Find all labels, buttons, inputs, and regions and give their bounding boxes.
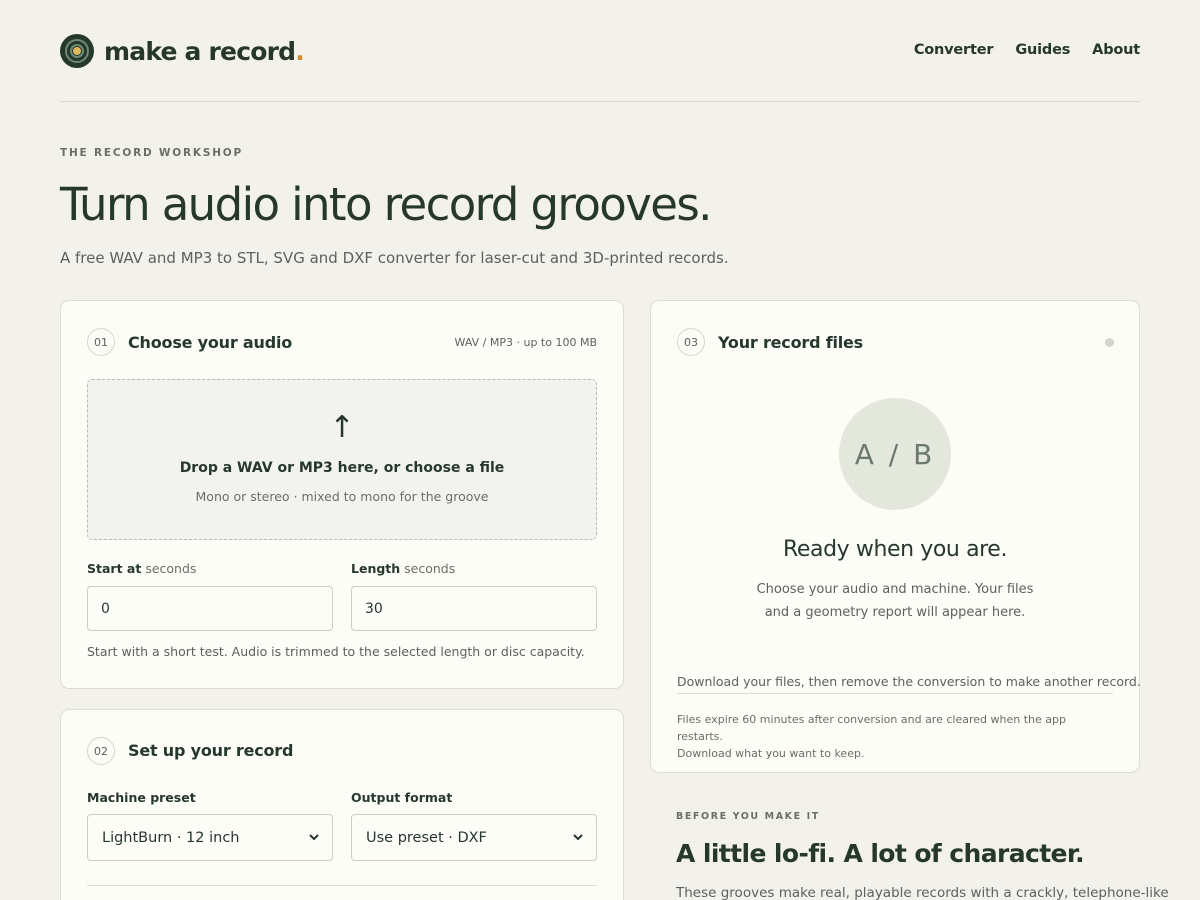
status-dot xyxy=(1105,338,1114,347)
nav-guides[interactable]: Guides xyxy=(1015,42,1070,58)
download-note: Download your files, then remove the con… xyxy=(677,674,1141,694)
file-limit-text: WAV / MP3 · up to 100 MB xyxy=(454,336,597,349)
vinyl-record-icon xyxy=(60,34,94,68)
ready-description: Choose your audio and machine. Your file… xyxy=(756,582,1034,620)
audio-card: 01 Choose your audio WAV / MP3 · up to 1… xyxy=(60,300,624,689)
format-label: Output format xyxy=(351,790,453,805)
record-setup-card: 02 Set up your record Machine preset Lig… xyxy=(60,709,624,900)
section-eyebrow: BEFORE YOU MAKE IT xyxy=(676,811,820,822)
step-title: Your record files xyxy=(718,333,863,352)
dropzone-subtitle: Mono or stereo · mixed to mono for the g… xyxy=(195,489,489,504)
divider xyxy=(87,885,597,886)
machine-preset-select[interactable]: LightBurn · 12 inch xyxy=(87,814,333,861)
step-title: Set up your record xyxy=(128,741,294,760)
upload-arrow-icon: ↑ xyxy=(329,410,355,445)
step-number: 02 xyxy=(87,737,115,765)
hero-eyebrow: THE RECORD WORKSHOP xyxy=(60,147,244,159)
brand-name: make a record. xyxy=(104,36,305,66)
start-label: Start at seconds xyxy=(87,561,197,576)
page-title: Turn audio into record grooves. xyxy=(60,178,712,231)
step-number: 01 xyxy=(87,328,115,356)
dropzone-title: Drop a WAV or MP3 here, or choose a file xyxy=(179,460,505,476)
length-label: Length seconds xyxy=(351,561,456,576)
step-title: Choose your audio xyxy=(128,333,293,352)
page-subtitle: A free WAV and MP3 to STL, SVG and DXF c… xyxy=(60,249,729,267)
preset-label: Machine preset xyxy=(87,790,196,805)
main-nav: Converter Guides About xyxy=(914,42,1140,58)
ready-heading: Ready when you are. xyxy=(782,537,1008,562)
nav-about[interactable]: About xyxy=(1092,42,1140,58)
nav-converter[interactable]: Converter xyxy=(914,42,994,58)
output-format-select[interactable]: Use preset · DXF xyxy=(351,814,597,861)
site-header: make a record. Converter Guides About xyxy=(60,0,1140,102)
trim-hint: Start with a short test. Audio is trimme… xyxy=(87,644,585,659)
step-number: 03 xyxy=(677,328,705,356)
section-title: A little lo-fi. A lot of character. xyxy=(676,839,1085,868)
chevron-down-icon xyxy=(309,834,319,841)
record-files-card: 03 Your record files A / B Ready when yo… xyxy=(650,300,1141,773)
start-input[interactable] xyxy=(87,586,333,631)
record-sides-placeholder: A / B xyxy=(839,398,951,510)
expiry-note: Files expire 60 minutes after conversion… xyxy=(677,713,1066,760)
section-body: These grooves make real, playable record… xyxy=(676,885,1169,900)
file-dropzone[interactable]: ↑ Drop a WAV or MP3 here, or choose a fi… xyxy=(87,379,597,540)
length-input[interactable] xyxy=(351,586,597,631)
chevron-down-icon xyxy=(573,834,583,841)
logo[interactable]: make a record. xyxy=(60,34,305,68)
